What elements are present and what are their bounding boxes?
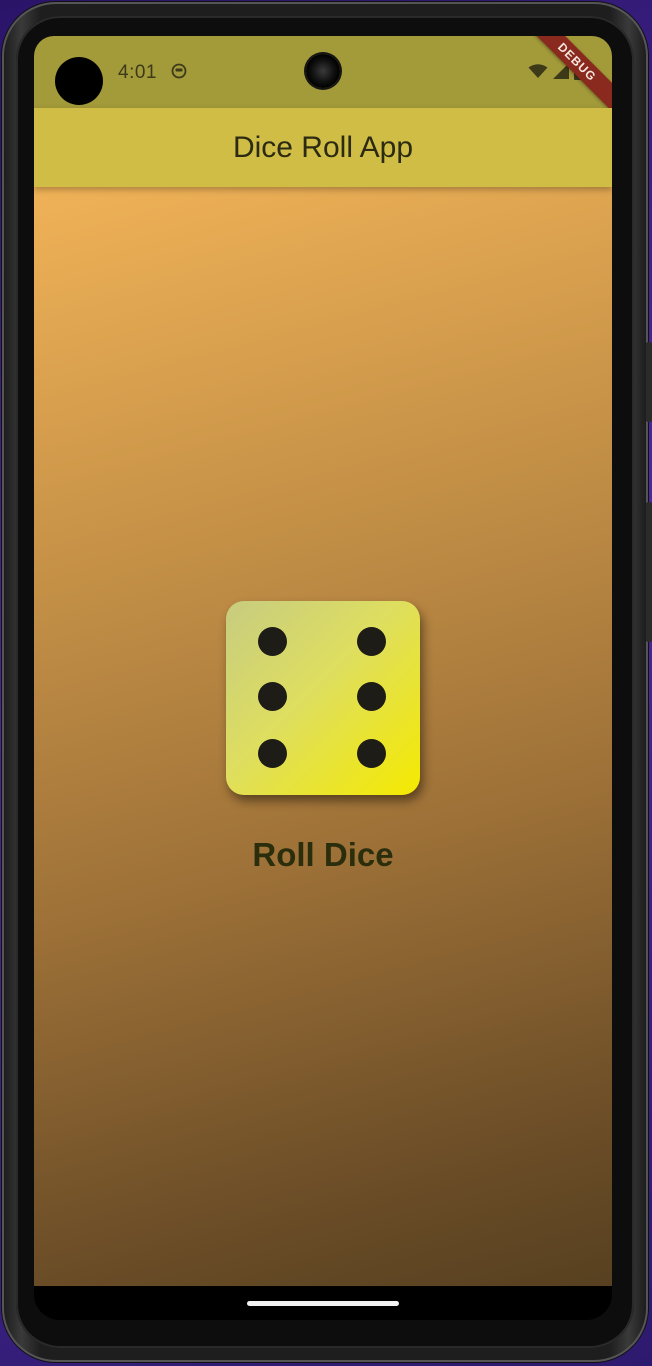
circle-face-icon <box>171 63 187 79</box>
dice-pip <box>258 627 287 656</box>
status-bar: 4:01 DEBUG <box>34 36 612 116</box>
dice-pip <box>357 682 386 711</box>
volume-rocker[interactable] <box>646 502 652 642</box>
app-bar: Dice Roll App <box>34 108 612 187</box>
front-camera <box>306 54 340 88</box>
status-bar-cutout <box>55 57 103 105</box>
dice-pip <box>357 627 386 656</box>
dice-pip <box>258 682 287 711</box>
wifi-icon <box>528 64 548 78</box>
dice-button[interactable] <box>226 601 420 795</box>
power-button[interactable] <box>646 342 652 422</box>
navigation-bar <box>34 1286 612 1320</box>
main-content: Roll Dice <box>34 187 612 1286</box>
dice-pip <box>258 739 287 768</box>
status-time: 4:01 <box>118 62 157 83</box>
home-indicator[interactable] <box>247 1301 399 1306</box>
dice-pip <box>357 739 386 768</box>
roll-dice-label[interactable]: Roll Dice <box>34 836 612 874</box>
device-screen: 4:01 DEBUG Dice Roll App Roll Dice <box>34 36 612 1320</box>
app-title: Dice Roll App <box>232 131 414 164</box>
